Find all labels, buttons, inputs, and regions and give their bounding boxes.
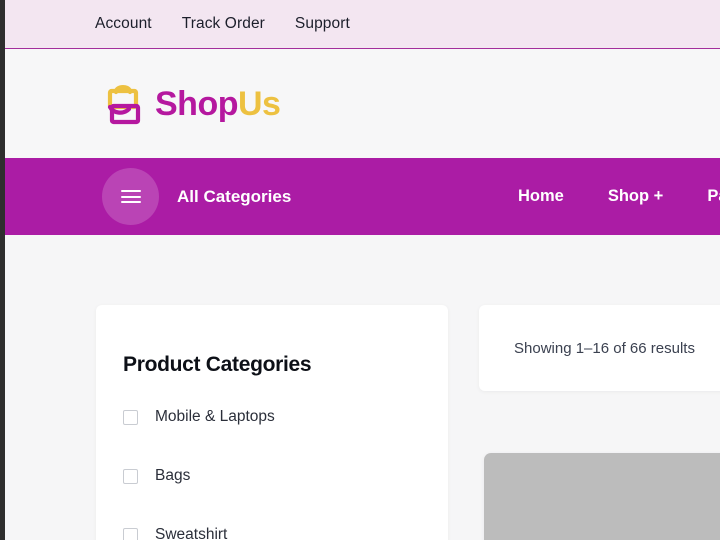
browser-window-frame <box>0 0 5 540</box>
category-label: Sweatshirt <box>155 526 228 540</box>
nav-link-shop[interactable]: Shop + <box>608 187 663 206</box>
results-count-text: Showing 1–16 of 66 results <box>514 339 695 357</box>
logo-text-us: Us <box>237 84 281 123</box>
shopping-bag-icon <box>101 79 147 129</box>
top-utility-bar: Account Track Order Support <box>5 0 720 49</box>
nav-links-group: Home Shop + Pa <box>518 158 720 235</box>
product-categories-panel: Product Categories Mobile & Laptops Bags… <box>96 305 448 540</box>
logo-text: ShopUs <box>155 84 281 123</box>
category-item-mobile-laptops[interactable]: Mobile & Laptops <box>123 408 448 426</box>
content-area: Product Categories Mobile & Laptops Bags… <box>5 235 720 540</box>
product-image-placeholder <box>484 453 720 540</box>
category-checkbox[interactable] <box>123 468 138 484</box>
topbar-link-track-order[interactable]: Track Order <box>182 15 265 33</box>
topbar-link-support[interactable]: Support <box>295 15 350 33</box>
all-categories-label[interactable]: All Categories <box>177 187 291 207</box>
category-checkbox[interactable] <box>123 527 138 540</box>
category-checkbox[interactable] <box>123 409 138 425</box>
category-item-sweatshirt[interactable]: Sweatshirt <box>123 526 448 540</box>
logo-text-shop: Shop <box>155 84 238 123</box>
page-root: Account Track Order Support ShopUs All C… <box>5 0 720 540</box>
nav-left-group: All Categories <box>5 168 291 225</box>
category-label: Mobile & Laptops <box>155 408 275 425</box>
hamburger-menu-icon <box>120 187 141 207</box>
topbar-link-account[interactable]: Account <box>95 15 152 33</box>
site-header: ShopUs <box>5 49 720 158</box>
nav-link-home[interactable]: Home <box>518 187 564 206</box>
nav-link-pages[interactable]: Pa <box>707 187 720 206</box>
site-logo[interactable]: ShopUs <box>101 79 281 129</box>
main-navigation-bar: All Categories Home Shop + Pa <box>5 158 720 235</box>
sidebar-heading: Product Categories <box>123 353 312 376</box>
all-categories-button[interactable] <box>102 168 159 225</box>
product-card[interactable] <box>484 453 720 540</box>
results-summary-bar: Showing 1–16 of 66 results <box>479 305 720 391</box>
category-label: Bags <box>155 467 191 484</box>
category-item-bags[interactable]: Bags <box>123 467 448 485</box>
